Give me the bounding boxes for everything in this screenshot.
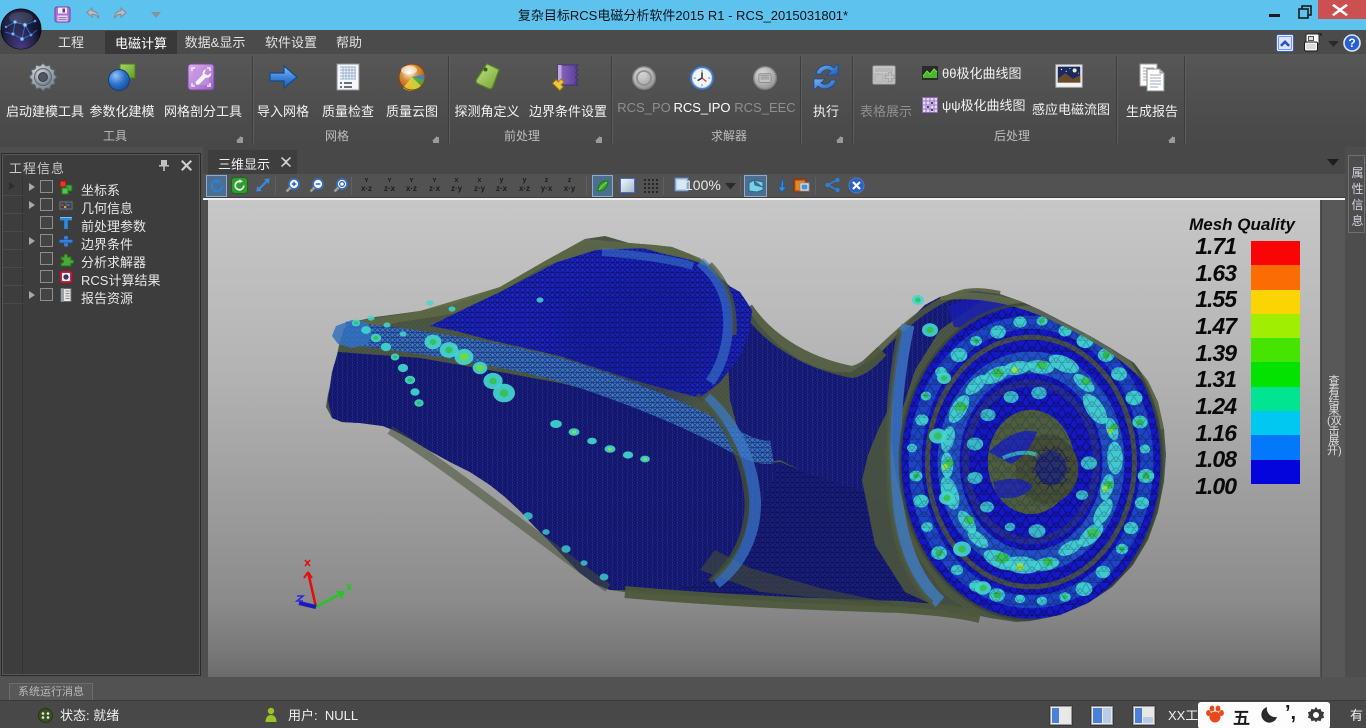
svg-text:?: ? [1348, 36, 1355, 50]
